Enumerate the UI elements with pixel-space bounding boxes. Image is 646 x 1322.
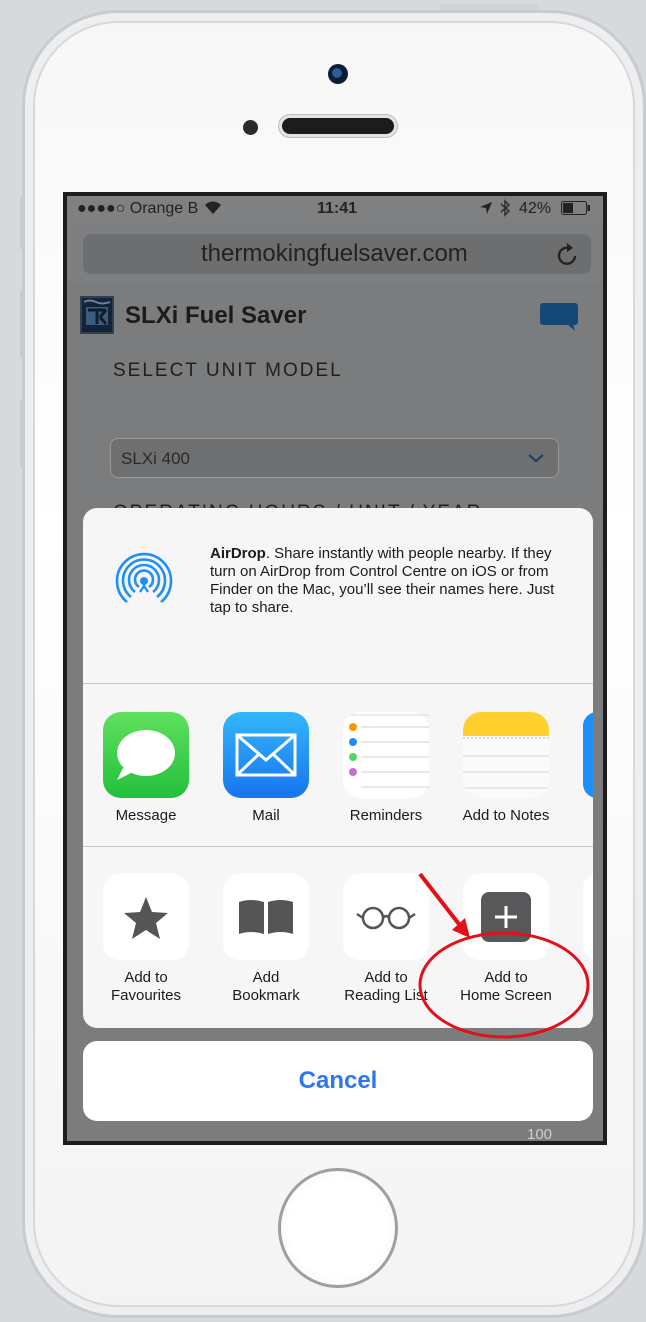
annotation-circle (418, 931, 590, 1039)
annotation-overlay (418, 872, 590, 1039)
annotation-arrow (418, 872, 470, 938)
